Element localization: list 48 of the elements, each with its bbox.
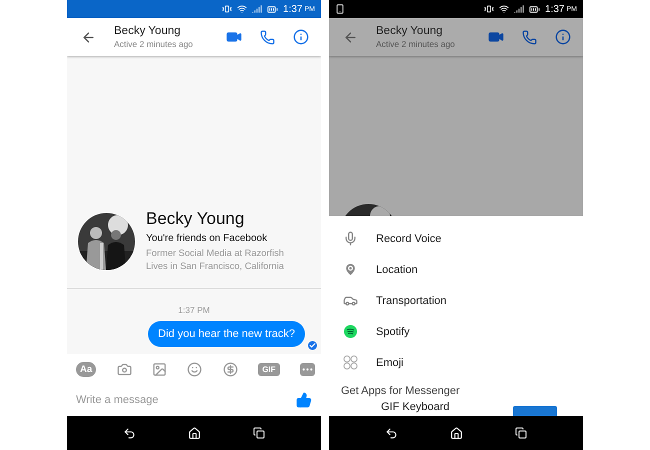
home-icon[interactable] (450, 426, 463, 440)
battery-icon (529, 4, 540, 14)
vibrate-icon (222, 4, 232, 14)
info-icon[interactable] (555, 29, 571, 45)
signal-icon (514, 4, 524, 14)
wifi-icon (237, 4, 248, 14)
back-icon[interactable] (385, 426, 398, 440)
wifi-icon (499, 4, 510, 14)
home-icon[interactable] (188, 426, 201, 440)
message-input[interactable]: Write a message (67, 384, 292, 416)
smiley-icon[interactable] (187, 362, 202, 376)
menu-item[interactable]: Spotify (329, 316, 583, 347)
camera-icon[interactable] (116, 362, 132, 376)
back-icon[interactable] (123, 426, 136, 440)
spotify-icon (344, 325, 356, 338)
status-time: 1:37 (283, 4, 302, 14)
menu-item[interactable]: Transportation (329, 285, 583, 316)
section-title: Get Apps for Messenger (340, 384, 461, 397)
profile-detail: Former Social Media at Razorfish (146, 248, 284, 258)
battery-icon (267, 4, 278, 14)
profile-detail: Lives in San Francisco, California (146, 261, 284, 271)
notification-icon (335, 4, 345, 14)
emoji-grid-icon (342, 355, 358, 370)
signal-icon (252, 4, 262, 14)
recent-apps-icon[interactable] (515, 427, 527, 439)
thumbs-up-icon (296, 392, 312, 408)
more-icon[interactable] (300, 362, 315, 376)
microphone-icon (342, 231, 358, 246)
profile-name: Becky Young (146, 209, 246, 229)
phone-icon[interactable] (260, 30, 275, 44)
active-status: Active 2 minutes ago (114, 39, 194, 49)
recent-apps-icon[interactable] (253, 427, 265, 439)
info-icon[interactable] (293, 29, 309, 45)
menu-item[interactable]: Emoji (329, 347, 583, 378)
vibrate-icon (484, 4, 494, 14)
phone-icon[interactable] (522, 30, 537, 44)
message-bubble: Did you hear the new track? (148, 321, 305, 347)
contact-name: Becky Young (376, 25, 444, 37)
dollar-icon[interactable] (222, 362, 238, 376)
active-status: Active 2 minutes ago (376, 39, 456, 49)
menu-item[interactable]: Record Voice (329, 223, 583, 254)
image-icon[interactable] (152, 362, 167, 376)
menu-item[interactable]: Location (329, 254, 583, 285)
friendship-text: You're friends on Facebook (146, 233, 268, 244)
app-name: GIF Keyboard (381, 401, 450, 413)
contact-name: Becky Young (114, 25, 182, 37)
message-time: 1:37 PM (178, 305, 210, 315)
status-time: 1:37 (545, 4, 564, 14)
